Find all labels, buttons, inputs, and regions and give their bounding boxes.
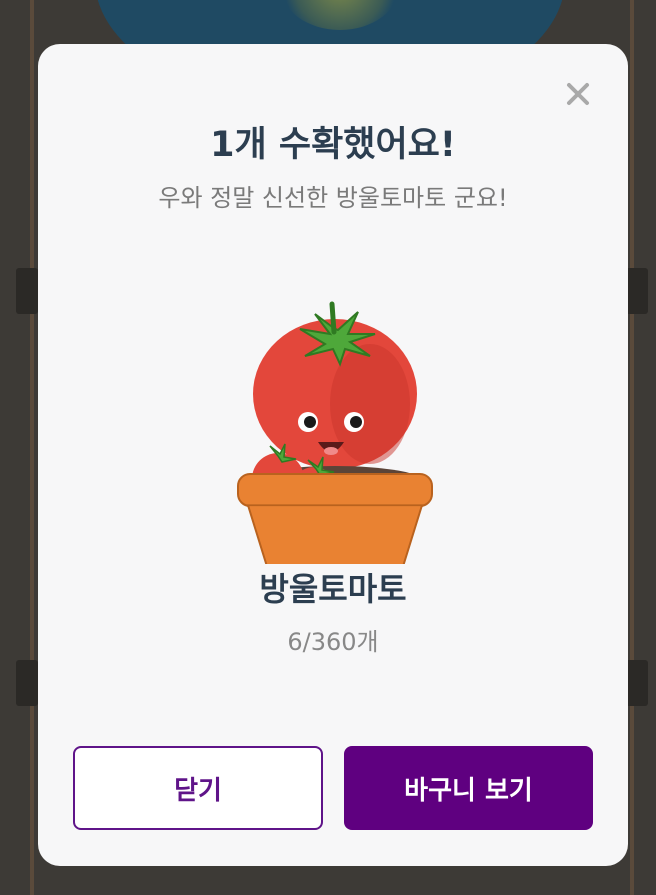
close-icon[interactable] (564, 80, 592, 108)
background-rope-left (30, 0, 34, 895)
background-peg (626, 268, 648, 314)
background-rope-right (630, 0, 634, 895)
item-name: 방울토마토 (259, 570, 407, 608)
background-peg (16, 268, 38, 314)
background-peg (16, 660, 38, 706)
close-button[interactable]: 닫기 (73, 746, 323, 830)
dialog-subtitle: 우와 정말 신선한 방울토마토 군요! (158, 184, 508, 212)
view-basket-button[interactable]: 바구니 보기 (344, 746, 593, 830)
item-count: 6/360개 (287, 628, 379, 656)
harvest-dialog: 1개 수확했어요! 우와 정말 신선한 방울토마토 군요! 방울토마토 6/36… (38, 44, 628, 866)
dialog-title: 1개 수확했어요! (210, 125, 456, 165)
background-peg (626, 660, 648, 706)
cherry-tomato-pot-icon (230, 294, 440, 590)
